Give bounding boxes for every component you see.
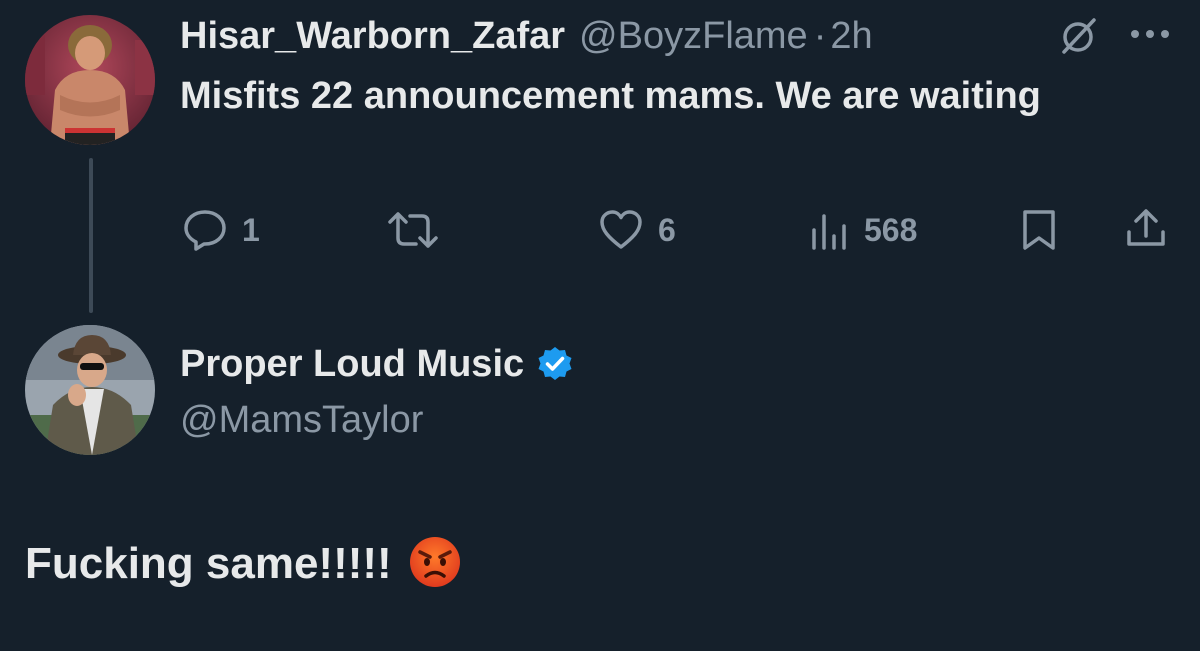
reply-tweet-text: Fucking same!!!!! (25, 539, 392, 588)
views-icon (810, 210, 850, 250)
angry-face-emoji (408, 535, 462, 594)
like-icon (598, 209, 644, 251)
share-icon[interactable] (1124, 206, 1168, 250)
parent-display-name[interactable]: Hisar_Warborn_Zafar (180, 15, 565, 58)
reply-tweet-header: Proper Loud Music (180, 340, 574, 388)
separator-dot: · (813, 14, 827, 57)
like-count: 6 (658, 211, 676, 248)
view-count: 568 (864, 211, 918, 248)
reply-avatar[interactable] (25, 325, 155, 455)
verified-icon[interactable] (536, 345, 574, 383)
retweet-action[interactable] (386, 205, 454, 255)
parent-timestamp[interactable]: 2h (830, 15, 872, 58)
parent-avatar[interactable] (25, 15, 155, 145)
parent-tweet-text: Misfits 22 announcement mams. We are wai… (180, 75, 1041, 117)
like-action[interactable]: 6 (598, 205, 676, 255)
reply-action[interactable]: 1 (182, 205, 260, 255)
grok-icon[interactable] (1058, 16, 1098, 56)
reply-count: 1 (242, 211, 260, 248)
parent-tweet-header: Hisar_Warborn_Zafar @BoyzFlame · 2h (180, 12, 873, 60)
reply-display-name[interactable]: Proper Loud Music (180, 343, 524, 386)
parent-handle[interactable]: @BoyzFlame (579, 15, 808, 58)
reply-handle[interactable]: @MamsTaylor (180, 396, 423, 444)
reply-icon (182, 208, 228, 252)
views-action[interactable]: 568 (810, 205, 917, 255)
bookmark-icon[interactable] (1020, 208, 1058, 252)
more-icon[interactable] (1128, 26, 1172, 42)
thread-connector-line (89, 158, 93, 313)
retweet-icon (386, 208, 440, 252)
reply-tweet-body: Fucking same!!!!! (25, 534, 462, 594)
